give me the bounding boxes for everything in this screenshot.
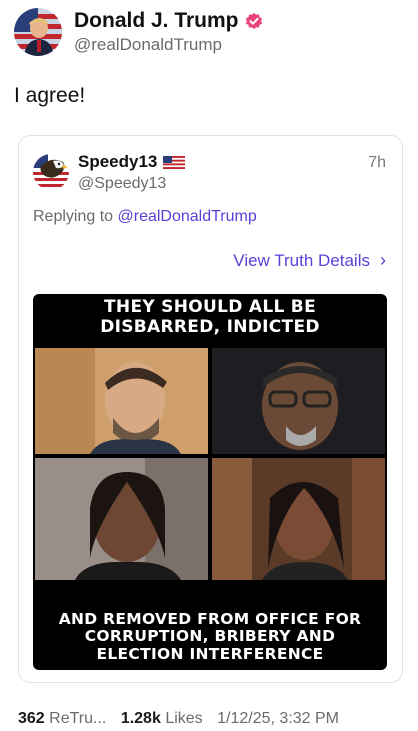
likes-stat[interactable]: 1.28k Likes bbox=[121, 710, 203, 727]
post-header: Donald J. Trump @realDonaldTrump bbox=[14, 8, 263, 56]
quoted-avatar[interactable] bbox=[33, 154, 69, 190]
chevron-right-icon: › bbox=[380, 250, 386, 270]
display-name[interactable]: Donald J. Trump bbox=[74, 9, 263, 33]
post-text: I agree! bbox=[14, 84, 86, 107]
quoted-display-name-text[interactable]: Speedy13 bbox=[78, 152, 157, 172]
verified-badge-icon bbox=[245, 12, 262, 30]
replying-handle-link[interactable]: @realDonaldTrump bbox=[118, 208, 257, 225]
retruths-stat[interactable]: 362 ReTru... bbox=[18, 710, 106, 727]
meme-top-text: THEY SHOULD ALL BE DISBARRED, INDICTED bbox=[100, 297, 320, 337]
quoted-timestamp[interactable]: 7h bbox=[368, 154, 386, 172]
retruths-label: ReTru... bbox=[49, 710, 107, 727]
meme-bottom-text: AND REMOVED FROM OFFICE FOR CORRUPTION, … bbox=[58, 609, 362, 664]
post-timestamp: 1/12/25, 3:32 PM bbox=[217, 710, 339, 727]
quoted-post-card[interactable]: Speedy13 @Speedy13 7h Replying to @realD… bbox=[18, 135, 403, 683]
photo-bottom-right bbox=[212, 458, 385, 580]
handle[interactable]: @realDonaldTrump bbox=[74, 35, 263, 55]
likes-count: 1.28k bbox=[120, 710, 161, 727]
quoted-handle[interactable]: @Speedy13 bbox=[78, 175, 185, 193]
quoted-image[interactable]: THEY SHOULD ALL BE DISBARRED, INDICTED A… bbox=[33, 294, 387, 670]
photo-bottom-left bbox=[35, 458, 208, 580]
quoted-post-header: Speedy13 @Speedy13 bbox=[33, 152, 186, 193]
likes-label: Likes bbox=[165, 710, 203, 727]
photo-top-right bbox=[212, 348, 385, 454]
quoted-display-name[interactable]: Speedy13 bbox=[78, 152, 186, 172]
retruths-count: 362 bbox=[18, 710, 45, 727]
us-flag-icon bbox=[163, 155, 186, 169]
photo-top-left bbox=[35, 348, 208, 454]
view-details-label[interactable]: View Truth Details bbox=[233, 251, 370, 271]
replying-prefix: Replying to bbox=[33, 208, 114, 225]
replying-to: Replying to @realDonaldTrump bbox=[33, 208, 257, 226]
avatar[interactable] bbox=[14, 8, 62, 56]
view-truth-details-link[interactable]: View Truth Details › bbox=[233, 250, 386, 271]
display-name-text[interactable]: Donald J. Trump bbox=[74, 9, 239, 33]
stats-row: 362 ReTru... 1.28k Likes 1/12/25, 3:32 P… bbox=[18, 710, 339, 728]
